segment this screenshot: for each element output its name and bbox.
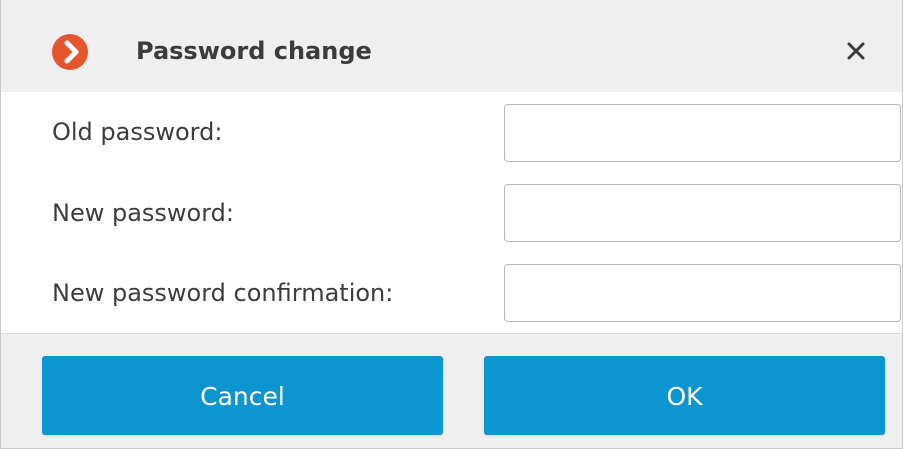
dialog-footer: Cancel OK	[1, 333, 902, 448]
close-icon[interactable]	[841, 36, 871, 66]
dialog-title: Password change	[136, 37, 372, 65]
old-password-label: Old password:	[52, 118, 223, 146]
new-password-field[interactable]	[504, 184, 901, 242]
dialog-titlebar: Password change	[1, 0, 902, 92]
new-password-confirmation-label: New password confirmation:	[52, 279, 394, 307]
password-change-dialog: Password change Old password: New passwo…	[0, 0, 903, 449]
ok-button[interactable]: OK	[484, 356, 885, 435]
cancel-button[interactable]: Cancel	[42, 356, 443, 435]
new-password-confirmation-field[interactable]	[504, 264, 901, 322]
new-password-label: New password:	[52, 199, 235, 227]
chevron-right-circle-icon	[52, 34, 88, 70]
old-password-field[interactable]	[504, 104, 901, 162]
